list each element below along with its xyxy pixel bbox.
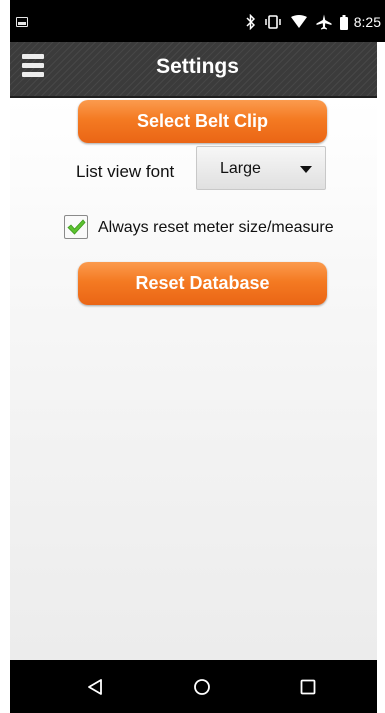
home-icon [194,678,210,695]
always-reset-label[interactable]: Always reset meter size/measure [98,219,334,237]
select-belt-clip-button[interactable]: Select Belt Clip [78,100,327,143]
image-notification-icon [16,17,28,27]
airplane-icon [316,14,332,30]
list-view-font-value: Large [220,160,261,177]
checkmark-icon [67,219,86,235]
bluetooth-icon [246,14,255,30]
settings-content: Select Belt Clip List view font Large Al… [10,98,377,660]
always-reset-checkbox[interactable] [64,215,88,239]
list-view-font-label: List view font [76,162,175,181]
page-title: Settings [156,55,239,78]
recents-icon [300,679,316,694]
screen-edge [377,42,385,713]
reset-database-button[interactable]: Reset Database [78,262,327,305]
status-icons: 8:25 [238,13,381,31]
home-button[interactable] [172,660,232,713]
vibrate-icon [265,15,281,29]
back-button[interactable] [65,660,125,713]
recents-button[interactable] [278,660,338,713]
battery-icon [339,14,348,30]
back-icon [88,678,102,695]
wifi-icon [290,15,307,28]
app-frame: 8:25 Settings Select Belt Clip List view… [0,0,385,713]
list-view-font-dropdown[interactable]: Large [196,146,326,190]
navigation-bar [10,660,377,713]
status-bar: 8:25 [10,0,385,42]
action-bar: Settings [10,42,385,98]
status-time: 8:25 [353,14,381,30]
dropdown-arrow-icon [300,166,312,173]
